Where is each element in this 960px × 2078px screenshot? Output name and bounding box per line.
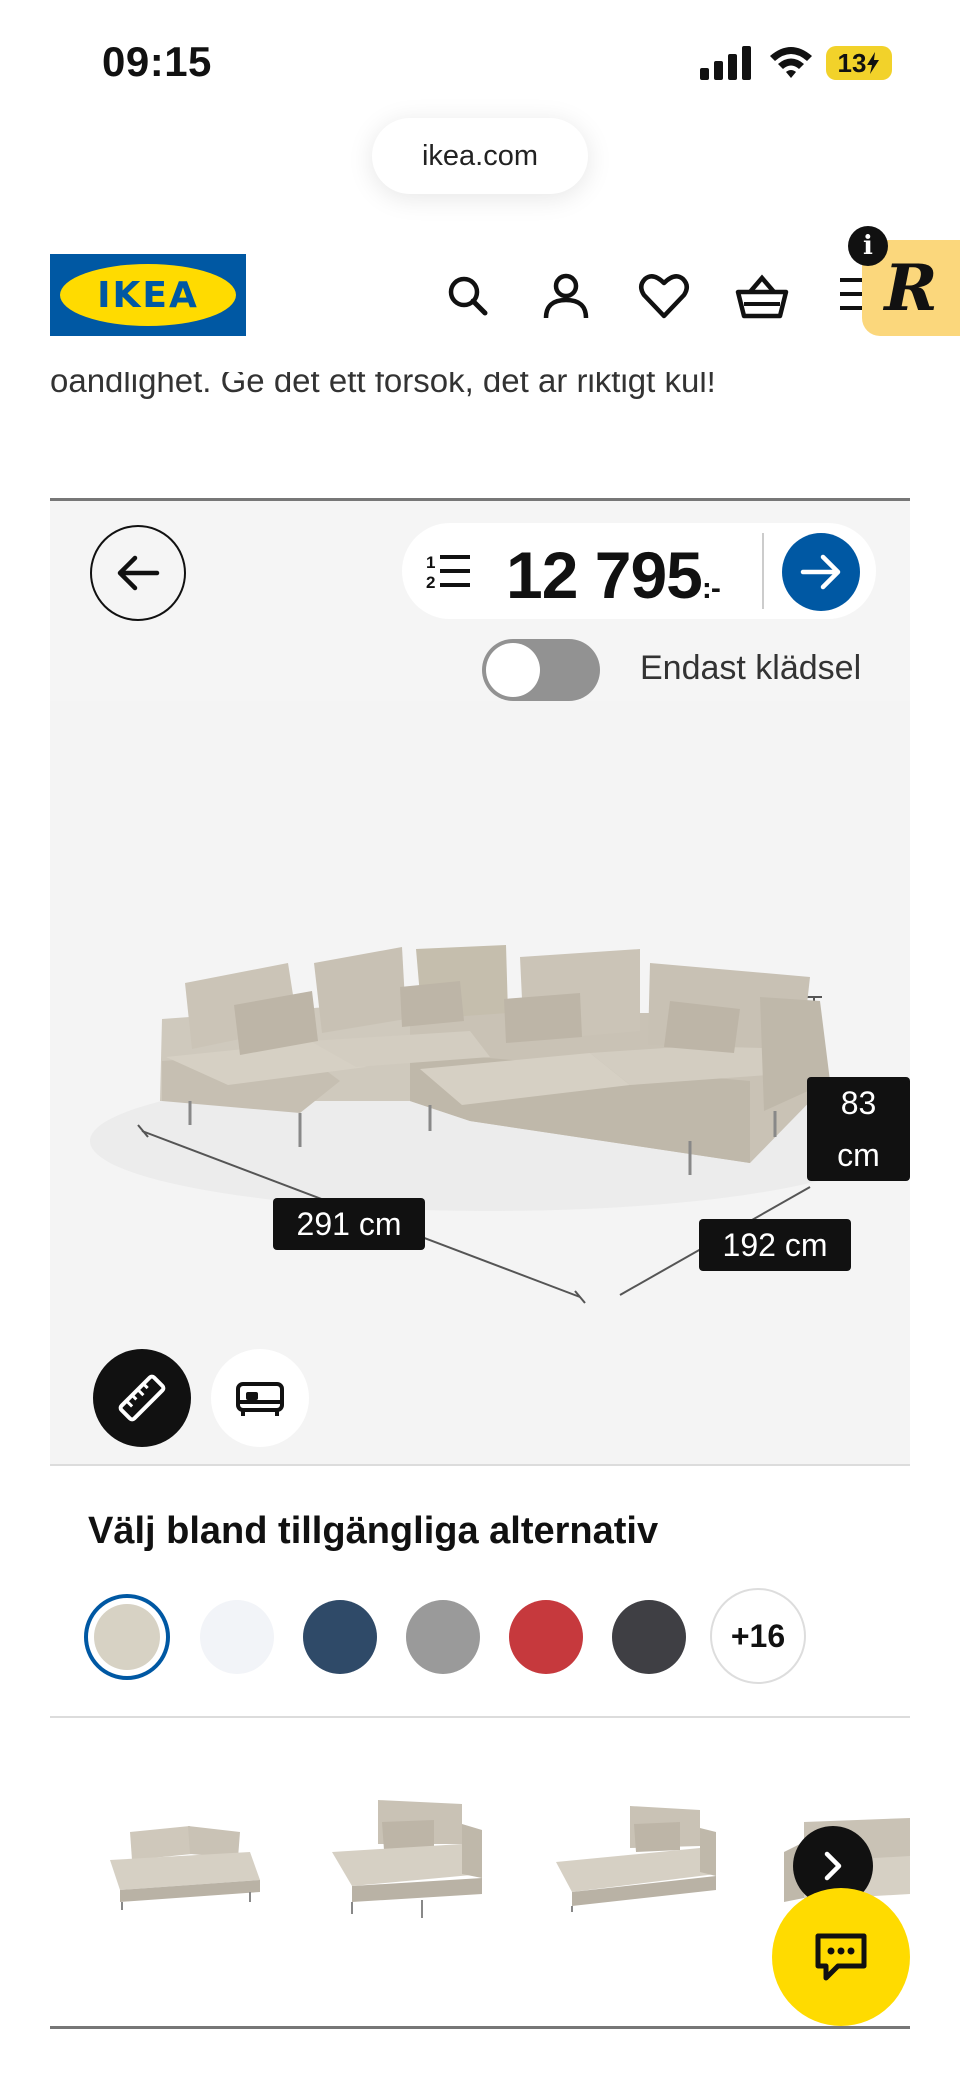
- numbered-list-icon[interactable]: 1 2: [426, 551, 470, 591]
- color-swatch[interactable]: [84, 1594, 170, 1680]
- chat-icon: [815, 1933, 867, 1981]
- url-bar[interactable]: ikea.com: [372, 118, 588, 194]
- search-icon[interactable]: [440, 268, 496, 324]
- height-dimension-label: 83 cm: [807, 1077, 910, 1181]
- module-thumb-loveseat[interactable]: [100, 1802, 270, 1912]
- measure-tool-button[interactable]: [93, 1349, 191, 1447]
- section-divider: [50, 1716, 910, 1718]
- more-colors-button[interactable]: +16: [710, 1588, 806, 1684]
- chevron-right-icon: [824, 1851, 842, 1881]
- bed-icon: [236, 1382, 284, 1416]
- color-swatch[interactable]: [509, 1600, 583, 1674]
- depth-dimension-label: 192 cm: [699, 1219, 851, 1271]
- continue-button[interactable]: [782, 533, 860, 611]
- width-dimension-label: 291 cm: [273, 1198, 425, 1250]
- upholstery-only-toggle[interactable]: [482, 639, 600, 701]
- heart-icon[interactable]: [636, 268, 692, 324]
- chat-button[interactable]: [772, 1888, 910, 2026]
- charging-bolt-icon: [867, 52, 880, 74]
- room-view-button[interactable]: [211, 1349, 309, 1447]
- battery-level: 13: [837, 47, 867, 78]
- total-price: 12 795:-: [506, 537, 721, 613]
- section-divider: [50, 1464, 910, 1466]
- module-thumb-chaise[interactable]: [550, 1802, 720, 1912]
- ikea-logo[interactable]: IKEA: [50, 254, 246, 336]
- price-value: 12 795: [506, 538, 703, 612]
- divider: [762, 533, 764, 609]
- toggle-knob: [486, 643, 540, 697]
- svg-text:2: 2: [426, 573, 435, 591]
- sofa-3d-view[interactable]: [50, 701, 910, 1467]
- sofa-configurator: 1 2 12 795:- Endast klädsel 291 cm 192 c…: [50, 498, 910, 1464]
- logo-text: IKEA: [60, 264, 236, 326]
- module-thumb-armchair[interactable]: [322, 1794, 492, 1924]
- color-swatch[interactable]: [200, 1600, 274, 1674]
- intro-text-line: oändlighet. Ge det ett försök, det är ri…: [50, 372, 716, 399]
- upholstery-only-label: Endast klädsel: [640, 649, 862, 687]
- back-button[interactable]: [90, 525, 186, 621]
- options-title: Välj bland tillgängliga alternativ: [88, 1510, 659, 1552]
- arrow-right-icon: [800, 554, 841, 590]
- menu-icon[interactable]: [840, 276, 862, 312]
- bottom-divider: [50, 2026, 910, 2029]
- configurator-toolbar: 1 2 12 795:- Endast klädsel: [50, 501, 910, 701]
- color-swatch[interactable]: [406, 1600, 480, 1674]
- height-value: 83: [840, 1085, 877, 1121]
- info-icon[interactable]: i: [848, 226, 888, 266]
- arrow-left-icon: [117, 555, 160, 591]
- intro-text: oändlighet. Ge det ett försök, det är ri…: [50, 372, 910, 414]
- cellular-signal-icon: [700, 46, 751, 80]
- status-bar: 09:15 13: [0, 0, 960, 110]
- shopping-basket-icon[interactable]: [734, 268, 790, 324]
- wifi-icon: [770, 47, 812, 78]
- ruler-icon: [118, 1374, 166, 1422]
- color-swatch[interactable]: [303, 1600, 377, 1674]
- price-panel: 1 2 12 795:-: [402, 523, 876, 619]
- status-time: 09:15: [102, 38, 212, 85]
- profile-icon[interactable]: [538, 268, 594, 324]
- height-unit: cm: [837, 1137, 880, 1173]
- price-suffix: :-: [701, 572, 721, 605]
- svg-text:1: 1: [426, 553, 435, 572]
- color-swatch[interactable]: [612, 1600, 686, 1674]
- battery-indicator: 13: [826, 46, 892, 80]
